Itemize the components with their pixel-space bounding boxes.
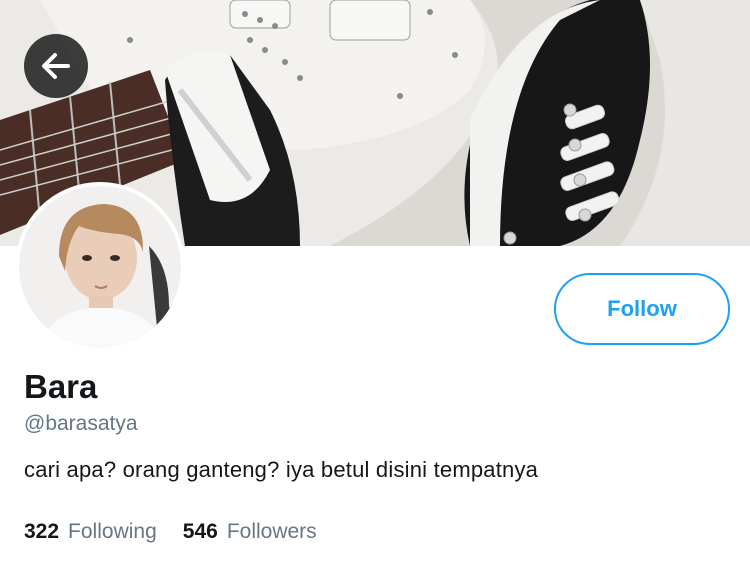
profile-handle: @barasatya	[24, 412, 138, 435]
profile-stats: 322 Following 546 Followers	[24, 520, 317, 544]
follow-button[interactable]: Follow	[554, 273, 730, 345]
profile-bio: cari apa? orang ganteng? iya betul disin…	[24, 457, 539, 482]
following-label: Following	[68, 520, 157, 543]
followers-count: 546	[182, 520, 218, 543]
followers-stat[interactable]: 546 Followers	[183, 520, 317, 544]
following-count: 322	[24, 520, 60, 543]
following-stat[interactable]: 322 Following	[24, 520, 157, 544]
back-button[interactable]	[24, 34, 88, 98]
arrow-left-icon	[42, 53, 70, 79]
profile-avatar[interactable]	[19, 186, 181, 348]
followers-label: Followers	[226, 520, 317, 543]
profile-name: Bara	[24, 368, 98, 405]
